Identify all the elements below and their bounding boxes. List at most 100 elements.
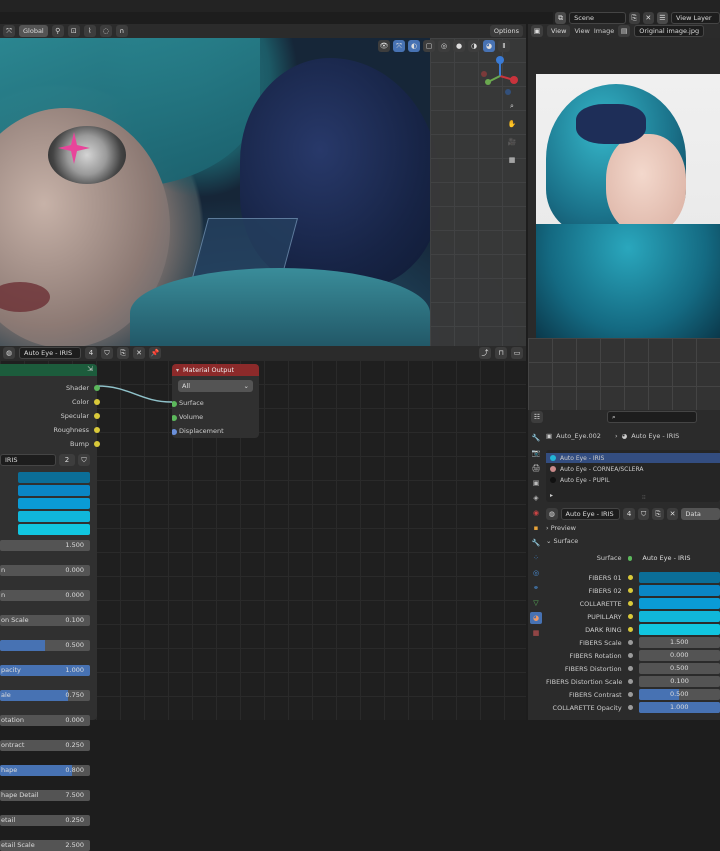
fake-user-icon[interactable]: ⛉: [101, 347, 113, 359]
tab-view-layer-icon[interactable]: ▣: [530, 477, 542, 489]
output-socket[interactable]: [94, 413, 100, 419]
preview-panel-header[interactable]: › Preview: [546, 524, 576, 532]
surface-panel-header[interactable]: ⌄ Surface: [546, 537, 578, 545]
group-input-slider[interactable]: hape 0.800: [0, 765, 90, 776]
node-collapse-icon[interactable]: ⇲: [87, 365, 93, 373]
xray-icon[interactable]: ▢: [423, 40, 435, 52]
tab-render-icon[interactable]: 📷: [530, 447, 542, 459]
overlay-toggle-icon[interactable]: ◐: [408, 40, 420, 52]
material-output-node[interactable]: ▾ Material Output All ⌄ Surface Volume Di…: [172, 364, 259, 438]
group-fake-user-icon[interactable]: ⛉: [78, 454, 90, 466]
color-swatch[interactable]: [18, 524, 90, 535]
color-property-swatch[interactable]: [638, 624, 720, 635]
shading-material-icon[interactable]: ◑: [468, 40, 480, 52]
material-slot-item[interactable]: Auto Eye - IRIS: [546, 453, 720, 463]
output-target-dropdown[interactable]: All ⌄: [178, 380, 253, 392]
3d-viewport[interactable]: 👁 ⤧ ◐ ▢ ◎ ● ◑ ◕ Ⅱ ⌕ ✋ 🎥 ▦: [0, 38, 526, 346]
value-property-slider[interactable]: 0.500: [638, 689, 720, 700]
group-input-slider[interactable]: pacity 1.000: [0, 665, 90, 676]
output-socket[interactable]: [94, 427, 100, 433]
falloff-icon[interactable]: ∩: [115, 25, 128, 37]
pin-icon[interactable]: 📌: [149, 347, 161, 359]
tab-modifier-icon[interactable]: 🔧: [530, 537, 542, 549]
value-property-slider[interactable]: 1.500: [638, 637, 720, 648]
group-name-field[interactable]: IRIS: [0, 454, 56, 466]
unlink-material-icon[interactable]: ✕: [133, 347, 145, 359]
group-input-slider[interactable]: etail 0.250: [0, 815, 90, 826]
properties-material-field[interactable]: Auto Eye - IRIS: [560, 508, 621, 520]
backdrop-icon[interactable]: ▭: [511, 347, 523, 359]
input-socket[interactable]: [172, 429, 177, 435]
view-layer-icon[interactable]: ☰: [656, 12, 668, 24]
group-node[interactable]: ⇲ Shader Color Specular Roughness Bump I…: [0, 364, 100, 851]
image-name-field[interactable]: Original image.jpg: [634, 25, 705, 37]
output-socket[interactable]: [94, 385, 100, 391]
color-swatch[interactable]: [18, 485, 90, 496]
scene-new-icon[interactable]: ⎘: [628, 12, 640, 24]
output-socket[interactable]: [94, 441, 100, 447]
scene-delete-icon[interactable]: ✕: [642, 12, 654, 24]
node-collapse-arrow-icon[interactable]: ▾: [176, 367, 179, 374]
editor-type-icon[interactable]: ▣: [531, 25, 543, 37]
group-input-slider[interactable]: n 0.000: [0, 590, 90, 601]
node-material-field[interactable]: Auto Eye - IRIS: [19, 347, 81, 359]
tab-physics-icon[interactable]: ◎: [530, 567, 542, 579]
pan-hand-icon[interactable]: ✋: [506, 118, 518, 130]
tab-texture-icon[interactable]: ▦: [530, 627, 542, 639]
surface-shader-field[interactable]: Auto Eye - IRIS: [638, 552, 720, 564]
image-browse-icon[interactable]: ▤: [618, 25, 631, 37]
material-slot-item[interactable]: Auto Eye - CORNEA/SCLERA: [546, 464, 720, 474]
material-browse-icon[interactable]: ◍: [3, 347, 15, 359]
value-property-slider[interactable]: 0.000: [638, 650, 720, 661]
tab-data-icon[interactable]: ▽: [530, 597, 542, 609]
shading-solid-icon[interactable]: ●: [453, 40, 465, 52]
tab-constraints-icon[interactable]: ⚭: [530, 582, 542, 594]
snap-node-icon[interactable]: ⊓: [495, 347, 507, 359]
link-data-dropdown[interactable]: Data: [681, 508, 720, 520]
group-input-slider[interactable]: ale 0.750: [0, 690, 90, 701]
color-property-swatch[interactable]: [638, 611, 720, 622]
color-property-swatch[interactable]: [638, 585, 720, 596]
group-input-slider[interactable]: ontract 0.250: [0, 740, 90, 751]
ortho-grid-icon[interactable]: ▦: [506, 154, 518, 166]
pause-render-icon[interactable]: Ⅱ: [498, 40, 510, 52]
group-input-slider[interactable]: hape Detail 7.500: [0, 790, 90, 801]
color-swatch[interactable]: [18, 472, 90, 483]
properties-search-field[interactable]: ⌕: [607, 411, 697, 423]
image-editor-canvas[interactable]: [528, 38, 720, 346]
parent-node-tree-icon[interactable]: ⤴: [479, 347, 491, 359]
proportional-icon[interactable]: ◌: [99, 25, 112, 37]
properties-material-users[interactable]: 4: [623, 508, 635, 520]
gizmo-toggle-icon[interactable]: ⤧: [393, 40, 405, 52]
value-property-slider[interactable]: 0.500: [638, 663, 720, 674]
properties-fake-user-icon[interactable]: ⛉: [637, 508, 650, 520]
properties-editor-type-icon[interactable]: ☷: [531, 411, 543, 423]
material-browse-dropdown-icon[interactable]: ◍: [546, 508, 558, 520]
object-visibility-icon[interactable]: 👁: [378, 40, 390, 52]
list-resize-handle-icon[interactable]: ⁝⁝: [642, 494, 646, 501]
properties-duplicate-icon[interactable]: ⎘: [652, 508, 664, 520]
color-swatch[interactable]: [18, 511, 90, 522]
group-input-slider[interactable]: on Scale 0.100: [0, 615, 90, 626]
tab-material-icon[interactable]: ◕: [530, 612, 542, 624]
group-input-slider[interactable]: 0.500: [0, 640, 90, 651]
properties-unlink-icon[interactable]: ✕: [666, 508, 679, 520]
group-input-slider[interactable]: n 0.000: [0, 565, 90, 576]
shading-wireframe-icon[interactable]: ◎: [438, 40, 450, 52]
options-dropdown[interactable]: Options: [489, 25, 523, 37]
duplicate-material-icon[interactable]: ⎘: [117, 347, 129, 359]
snap-toggle-icon[interactable]: ⌇: [83, 25, 96, 37]
output-socket[interactable]: [94, 399, 100, 405]
material-slots-list[interactable]: Auto Eye - IRIS Auto Eye - CORNEA/SCLERA…: [546, 450, 720, 502]
transform-orientation-icon[interactable]: ⤧: [3, 25, 15, 37]
pivot-icon[interactable]: ⚲: [51, 25, 64, 37]
color-property-swatch[interactable]: [638, 598, 720, 609]
input-socket[interactable]: [172, 415, 177, 421]
value-property-slider[interactable]: 1.000: [638, 702, 720, 713]
view-layer-field[interactable]: View Layer: [670, 12, 720, 24]
tab-particles-icon[interactable]: ⁘: [530, 552, 542, 564]
list-expand-icon[interactable]: ▸: [550, 492, 553, 499]
view-mode-dropdown[interactable]: View: [547, 25, 571, 37]
zoom-icon[interactable]: ⌕: [506, 100, 518, 112]
transform-orientation-dropdown[interactable]: Global: [19, 25, 48, 37]
